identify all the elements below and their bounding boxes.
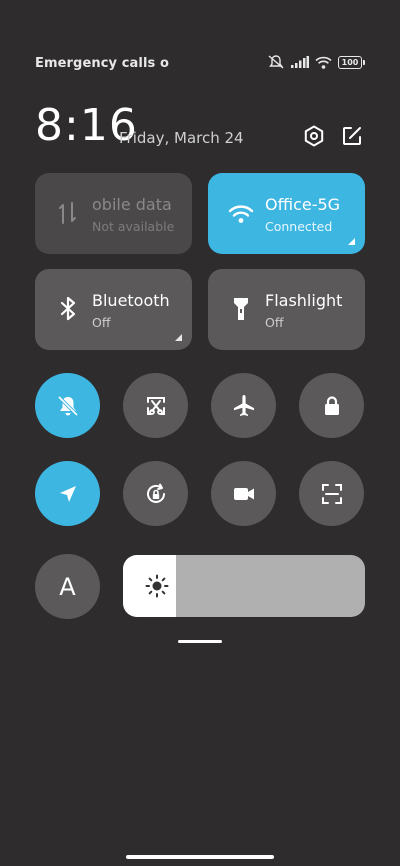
tile-subtitle: Connected xyxy=(265,219,333,234)
date: Friday, March 24 xyxy=(119,129,244,147)
vibrate-off-icon xyxy=(268,55,284,69)
silent-bell-icon xyxy=(57,395,78,416)
expand-corner-icon[interactable] xyxy=(175,334,182,341)
airplane-toggle[interactable] xyxy=(211,373,276,438)
location-icon xyxy=(59,485,76,502)
tile-title: Bluetooth xyxy=(92,291,170,310)
tile-title: Flashlight xyxy=(265,291,343,310)
lock-toggle[interactable] xyxy=(299,373,364,438)
flashlight-tile[interactable]: Flashlight Off xyxy=(208,269,365,350)
bluetooth-icon xyxy=(60,296,76,321)
scanner-toggle[interactable] xyxy=(299,461,364,526)
expand-corner-icon[interactable] xyxy=(348,238,355,245)
panel-drag-handle[interactable] xyxy=(178,640,222,643)
bluetooth-tile[interactable]: Bluetooth Off xyxy=(35,269,192,350)
flashlight-icon xyxy=(234,298,248,320)
font-size-button[interactable]: A xyxy=(35,554,100,619)
font-button-label: A xyxy=(59,572,76,601)
status-bar: Emergency calls o 100 xyxy=(0,52,400,76)
brightness-slider[interactable] xyxy=(123,555,365,617)
signal-icon xyxy=(291,56,309,68)
edit-icon[interactable] xyxy=(340,124,364,148)
wifi-tile[interactable]: Office-5G Connected xyxy=(208,173,365,254)
carrier-text: Emergency calls o xyxy=(35,56,170,71)
silent-toggle[interactable] xyxy=(35,373,100,438)
tile-subtitle: Not available xyxy=(92,219,175,234)
tile-title: Office-5G xyxy=(265,195,341,214)
tile-title: obile data xyxy=(92,195,172,214)
mobile-data-tile[interactable]: obile data Not available xyxy=(35,173,192,254)
airplane-icon xyxy=(233,394,254,416)
home-indicator[interactable] xyxy=(126,855,274,859)
settings-icon[interactable] xyxy=(302,124,326,148)
lock-icon xyxy=(324,395,339,415)
screen-record-icon xyxy=(233,487,254,500)
screenshot-toggle[interactable] xyxy=(123,373,188,438)
brightness-icon xyxy=(145,574,169,598)
wifi-icon xyxy=(315,56,332,69)
scanner-icon xyxy=(321,483,342,504)
status-icons: 100 xyxy=(267,54,365,70)
location-toggle[interactable] xyxy=(35,461,100,526)
rotation-lock-icon xyxy=(146,483,165,503)
rotation-lock-toggle[interactable] xyxy=(123,461,188,526)
tile-subtitle: Off xyxy=(92,315,111,330)
screenshot-icon xyxy=(146,396,165,415)
tile-subtitle: Off xyxy=(265,315,284,330)
battery-icon: 100 xyxy=(338,55,365,69)
battery-level: 100 xyxy=(341,57,359,67)
screen-record-toggle[interactable] xyxy=(211,461,276,526)
mobile-data-icon xyxy=(59,202,76,224)
wifi-icon xyxy=(228,205,254,223)
